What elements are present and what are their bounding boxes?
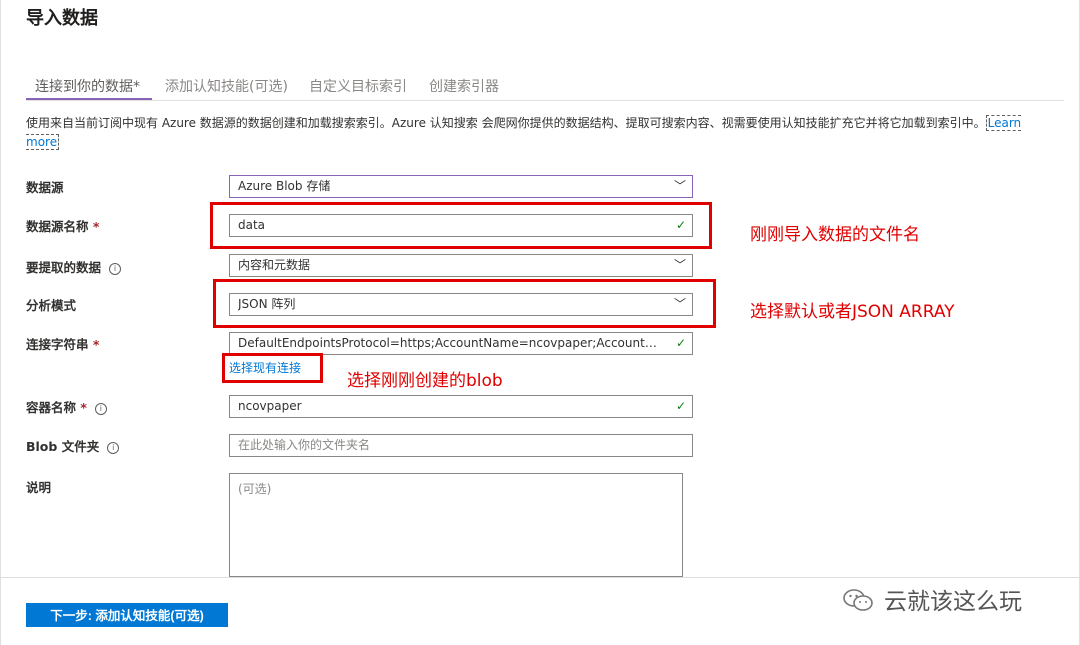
checkmark-icon: ✓: [675, 336, 686, 350]
data-source-label: 数据源: [26, 180, 64, 195]
parsing-mode-label: 分析模式: [26, 298, 77, 313]
wechat-icon: [843, 589, 873, 611]
watermark-text: 云就该这么玩: [884, 589, 1022, 615]
annotation-name-note: 刚刚导入数据的文件名: [750, 225, 920, 245]
description-textarea[interactable]: [229, 473, 683, 577]
next-button[interactable]: 下一步: 添加认知技能(可选): [26, 603, 228, 627]
intro-description: 使用来自当前订阅中现有 Azure 数据源的数据创建和加载搜索索引。Azure …: [26, 115, 1022, 150]
info-icon[interactable]: i: [109, 263, 122, 275]
tab-customize-target-index[interactable]: 自定义目标索引: [309, 76, 407, 96]
container-name-label: 容器名称 * i: [26, 397, 107, 416]
annotation-mode-note: 选择默认或者JSON ARRAY: [750, 302, 955, 322]
annotation-connection-note: 选择刚刚创建的blob: [347, 371, 503, 391]
footer-divider: [0, 577, 1080, 578]
checkmark-icon: ✓: [675, 399, 686, 413]
chevron-down-icon: ﹀: [673, 258, 686, 272]
connection-string-label: 连接字符串 *: [26, 337, 100, 352]
container-name-input[interactable]: ncovpaper ✓: [229, 395, 693, 418]
data-to-extract-label: 要提取的数据 i: [26, 257, 122, 276]
page-title: 导入数据: [26, 8, 98, 29]
annotation-box-connection: [222, 353, 323, 383]
annotation-box-mode: [213, 279, 716, 328]
annotation-box-name: [210, 202, 712, 249]
left-border: [0, 0, 1, 645]
data-to-extract-select[interactable]: 内容和元数据 ﹀: [229, 254, 693, 277]
info-icon[interactable]: i: [94, 403, 107, 415]
tab-connect-data[interactable]: 连接到你的数据*: [35, 76, 140, 96]
data-source-name-label: 数据源名称 *: [26, 219, 100, 234]
data-source-select[interactable]: Azure Blob 存储 ﹀: [229, 175, 693, 198]
tab-create-indexer[interactable]: 创建索引器: [429, 76, 499, 96]
blob-folder-label: Blob 文件夹 i: [26, 436, 120, 455]
tabs-divider: [26, 100, 1064, 101]
description-label: 说明: [26, 480, 52, 495]
tab-add-cognitive-skills[interactable]: 添加认知技能(可选): [165, 76, 288, 96]
blob-folder-input[interactable]: 在此处输入你的文件夹名: [229, 434, 693, 457]
info-icon[interactable]: i: [107, 442, 120, 454]
chevron-down-icon: ﹀: [673, 179, 686, 193]
connection-string-input[interactable]: DefaultEndpointsProtocol=https;AccountNa…: [229, 332, 693, 355]
